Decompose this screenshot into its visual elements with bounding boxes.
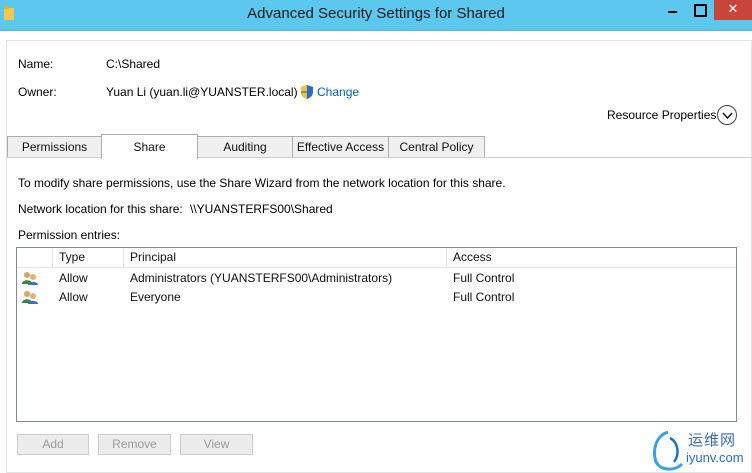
close-icon: ✕ — [727, 1, 739, 16]
title-bar: Advanced Security Settings for Shared ✕ — [0, 0, 752, 31]
owner-label: Owner: — [18, 85, 57, 99]
share-instruction: To modify share permissions, use the Sha… — [18, 176, 506, 190]
name-label: Name: — [18, 57, 54, 71]
column-header-principal[interactable]: Principal — [124, 248, 447, 268]
tab-auditing[interactable]: Auditing — [197, 136, 293, 158]
resource-properties-expand-button[interactable] — [717, 105, 737, 125]
table-row[interactable]: Allow Administrators (YUANSTERFS00\Admin… — [17, 269, 736, 288]
row-principal: Administrators (YUANSTERFS00\Administrat… — [130, 271, 393, 285]
row-access: Full Control — [453, 271, 515, 285]
chevron-down-icon — [722, 112, 733, 120]
tab-permissions[interactable]: Permissions — [7, 136, 102, 158]
row-access: Full Control — [453, 290, 515, 304]
column-header-icon — [17, 248, 53, 268]
users-icon — [22, 291, 38, 304]
resource-properties-label: Resource Properties — [607, 108, 717, 122]
watermark-text: 运维网 — [688, 432, 737, 449]
network-location-value: \\YUANSTERFS00\Shared — [190, 202, 333, 216]
row-type: Allow — [59, 271, 88, 285]
watermark-logo-icon — [653, 430, 684, 471]
row-principal: Everyone — [130, 290, 181, 304]
name-value: C:\Shared — [106, 57, 161, 71]
tab-central-policy[interactable]: Central Policy — [388, 136, 485, 158]
minimize-button[interactable] — [660, 0, 685, 20]
watermark: 运维网 iyunv.com — [646, 426, 752, 473]
owner-value: Yuan Li (yuan.li@YUANSTER.local) — [106, 85, 298, 99]
tab-effective-access[interactable]: Effective Access — [292, 136, 389, 158]
close-button[interactable]: ✕ — [714, 0, 752, 20]
add-button[interactable]: Add — [17, 434, 89, 455]
row-type: Allow — [59, 290, 88, 304]
table-row[interactable]: Allow Everyone Full Control — [17, 288, 736, 307]
column-header-access[interactable]: Access — [447, 248, 736, 268]
uac-shield-icon — [301, 85, 313, 99]
remove-button[interactable]: Remove — [98, 434, 171, 455]
permission-entries-label: Permission entries: — [18, 228, 121, 242]
users-icon — [22, 272, 38, 285]
watermark-url: iyunv.com — [686, 450, 744, 465]
window-title: Advanced Security Settings for Shared — [247, 5, 505, 22]
change-owner-link[interactable]: Change — [317, 85, 359, 99]
network-location-label: Network location for this share: — [18, 202, 183, 216]
tab-share[interactable]: Share — [101, 134, 198, 159]
maximize-button[interactable] — [685, 0, 714, 20]
permission-entries-table[interactable]: Type Principal Access Allow Administrato… — [16, 247, 737, 422]
view-button[interactable]: View — [180, 434, 253, 455]
column-header-type[interactable]: Type — [53, 248, 124, 268]
